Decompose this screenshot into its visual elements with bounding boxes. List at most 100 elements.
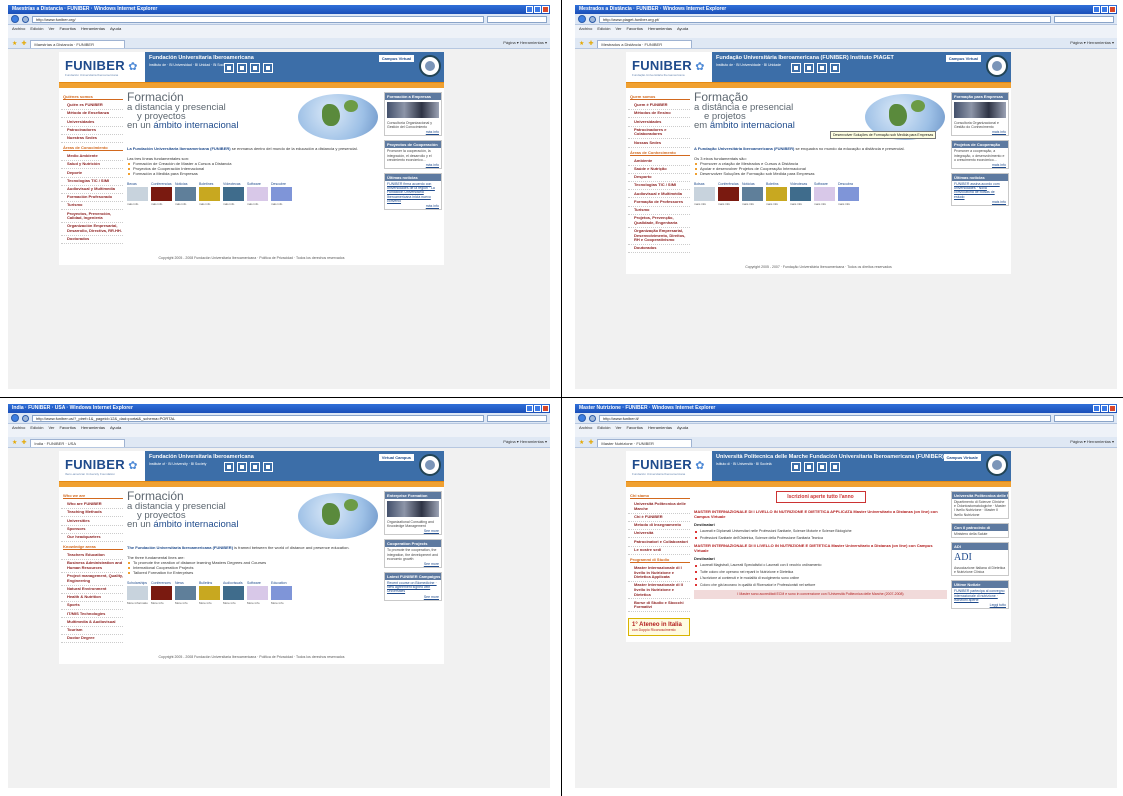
thumbnail-card[interactable]: Notícias mais info bbox=[742, 182, 763, 206]
see-more-link[interactable]: Leggi tutto bbox=[952, 603, 1008, 608]
add-favorite-icon[interactable]: ✚ bbox=[588, 40, 593, 47]
nav-link[interactable]: Patrocinadores e Colaboradores bbox=[628, 127, 690, 140]
language-flag-icon[interactable] bbox=[263, 462, 273, 472]
nav-link[interactable]: Doctor Degree bbox=[61, 635, 123, 643]
nav-link[interactable]: Organización Empresarial, Desarrollo, Di… bbox=[61, 223, 123, 236]
menu-item[interactable]: Ver bbox=[48, 26, 54, 31]
minimize-button[interactable] bbox=[1093, 6, 1100, 13]
nav-link[interactable]: Chi è FUNIBER bbox=[628, 514, 690, 522]
nav-link[interactable]: Organização Empresarial, Desenvolvimento… bbox=[628, 228, 690, 245]
see-more-link[interactable]: más info bbox=[385, 163, 441, 168]
command-bar[interactable]: Página ▾ Herramientas ▾ bbox=[503, 439, 547, 444]
promo-banner[interactable]: 1° Ateneo in Italia con Doppio Riconoscim… bbox=[628, 618, 690, 637]
thumbnail-label[interactable]: Education bbox=[271, 581, 292, 585]
thumbnail-caption[interactable]: More info bbox=[175, 601, 196, 605]
close-button[interactable] bbox=[542, 6, 549, 13]
thumbnail-caption[interactable]: More info bbox=[271, 601, 292, 605]
menu-item[interactable]: Ayuda bbox=[110, 425, 121, 430]
maximize-button[interactable] bbox=[1101, 405, 1108, 412]
language-flag-icon[interactable] bbox=[237, 462, 247, 472]
thumbnail-card[interactable]: Boletines más info bbox=[199, 182, 220, 206]
thumbnail-caption[interactable]: mais info bbox=[766, 202, 787, 206]
nav-link[interactable]: Health & Nutrition bbox=[61, 594, 123, 603]
thumbnail-label[interactable]: Audiovisuals bbox=[223, 581, 244, 585]
nav-link[interactable]: Métodos de Ensino bbox=[628, 110, 690, 119]
thumbnail-caption[interactable]: más info bbox=[247, 202, 268, 206]
thumbnail-image[interactable] bbox=[199, 586, 220, 600]
maximize-button[interactable] bbox=[534, 405, 541, 412]
thumbnail-caption[interactable]: más info bbox=[271, 202, 292, 206]
close-button[interactable] bbox=[1109, 6, 1116, 13]
language-flag-icon[interactable] bbox=[791, 63, 801, 73]
nav-link[interactable]: Formación Profesorado bbox=[61, 194, 123, 203]
thumbnail-card[interactable]: Descubre más info bbox=[271, 182, 292, 206]
nav-link[interactable]: Who are FUNIBER bbox=[61, 501, 123, 510]
nav-link[interactable]: Turismo bbox=[61, 202, 123, 211]
thumbnail-card[interactable]: Conferences More info bbox=[151, 581, 172, 605]
thumbnail-label[interactable]: Software bbox=[247, 581, 268, 585]
browser-tab[interactable]: India · FUNIBER · USA bbox=[30, 439, 126, 447]
language-flag-icon[interactable] bbox=[224, 462, 234, 472]
favorites-star-icon[interactable]: ★ bbox=[579, 439, 584, 446]
thumbnail-card[interactable]: Conferencias más info bbox=[151, 182, 172, 206]
maximize-button[interactable] bbox=[1101, 6, 1108, 13]
thumbnail-label[interactable]: Noticias bbox=[175, 182, 196, 186]
sidebar-box-text[interactable]: FUNIBER assina acordo com universidades … bbox=[952, 181, 1008, 200]
thumbnail-card[interactable]: Descubra mais info bbox=[838, 182, 859, 206]
thumbnail-caption[interactable]: mais info bbox=[718, 202, 739, 206]
menu-item[interactable]: Ayuda bbox=[677, 425, 688, 430]
browser-tab[interactable]: Master Nutrizione · FUNIBER bbox=[597, 439, 693, 447]
close-button[interactable] bbox=[1109, 405, 1116, 412]
thumbnail-image[interactable] bbox=[247, 187, 268, 201]
language-flag-icon[interactable] bbox=[263, 63, 273, 73]
thumbnail-label[interactable]: Bulletins bbox=[199, 581, 220, 585]
menu-item[interactable]: Ayuda bbox=[110, 26, 121, 31]
thumbnail-card[interactable]: Bulletins More info bbox=[199, 581, 220, 605]
nav-link[interactable]: Saúde e Nutrição bbox=[628, 166, 690, 174]
thumbnail-image[interactable] bbox=[199, 187, 220, 201]
thumbnail-label[interactable]: Boletines bbox=[199, 182, 220, 186]
thumbnail-label[interactable]: Vídeotecas bbox=[223, 182, 244, 186]
menu-item[interactable]: Favoritos bbox=[626, 425, 642, 430]
menu-item[interactable]: Herramientas bbox=[81, 425, 105, 430]
thumbnail-label[interactable]: Becas bbox=[127, 182, 148, 186]
nav-link[interactable]: Master Internazionale di II livello in N… bbox=[628, 582, 690, 600]
nav-link[interactable]: Business Administration and Human Resour… bbox=[61, 560, 123, 573]
sidebar-box-image[interactable] bbox=[387, 102, 439, 118]
campus-button[interactable]: Campus Virtuale bbox=[943, 454, 981, 461]
see-more-link[interactable]: más info bbox=[385, 130, 441, 135]
menu-item[interactable]: Archivo bbox=[579, 425, 592, 430]
menu-item[interactable]: Ver bbox=[48, 425, 54, 430]
browser-tab[interactable]: Mestrados a Distância · FUNIBER bbox=[597, 40, 693, 48]
language-flag-icon[interactable] bbox=[830, 63, 840, 73]
favorites-star-icon[interactable]: ★ bbox=[579, 40, 584, 47]
url-field[interactable]: http://www.funiber.us/?_piref=1&_pageid=… bbox=[32, 414, 484, 422]
thumbnail-label[interactable]: Conferências bbox=[718, 182, 739, 186]
menu-item[interactable]: Edición bbox=[597, 26, 610, 31]
thumbnail-label[interactable]: Software bbox=[247, 182, 268, 186]
nav-link[interactable]: Turismo bbox=[628, 207, 690, 215]
menu-item[interactable]: Edición bbox=[30, 425, 43, 430]
search-input[interactable] bbox=[1054, 15, 1114, 23]
thumbnail-label[interactable]: Bolsas bbox=[694, 182, 715, 186]
thumbnail-caption[interactable]: More info bbox=[223, 601, 244, 605]
nav-link[interactable]: Universidades bbox=[628, 118, 690, 127]
nav-link[interactable]: Projetos, Prevenção, Qualidade, Engenhar… bbox=[628, 215, 690, 228]
site-logo[interactable]: FUNIBER ✿ Ibero-american University Found… bbox=[59, 451, 145, 481]
thumbnail-image[interactable] bbox=[223, 187, 244, 201]
url-field[interactable]: http://www.funiber.it/ bbox=[599, 414, 1051, 422]
see-more-link[interactable]: más info bbox=[385, 204, 441, 209]
forward-button[interactable] bbox=[589, 15, 596, 23]
see-more-link[interactable]: See more bbox=[385, 595, 441, 600]
see-more-link[interactable]: See more bbox=[385, 562, 441, 567]
nav-link[interactable]: Sponsors bbox=[61, 526, 123, 534]
thumbnail-caption[interactable]: mais info bbox=[814, 202, 835, 206]
search-input[interactable] bbox=[487, 15, 547, 23]
thumbnail-caption[interactable]: más info bbox=[127, 202, 148, 206]
nav-link[interactable]: Audiovisual e Multimédia bbox=[628, 190, 690, 199]
campus-button[interactable]: Campus Virtual bbox=[378, 55, 414, 62]
add-favorite-icon[interactable]: ✚ bbox=[588, 439, 593, 446]
thumbnail-label[interactable]: News bbox=[175, 581, 196, 585]
thumbnail-label[interactable]: Conferencias bbox=[151, 182, 172, 186]
url-field[interactable]: http://www.funiber.org/ bbox=[32, 15, 484, 23]
